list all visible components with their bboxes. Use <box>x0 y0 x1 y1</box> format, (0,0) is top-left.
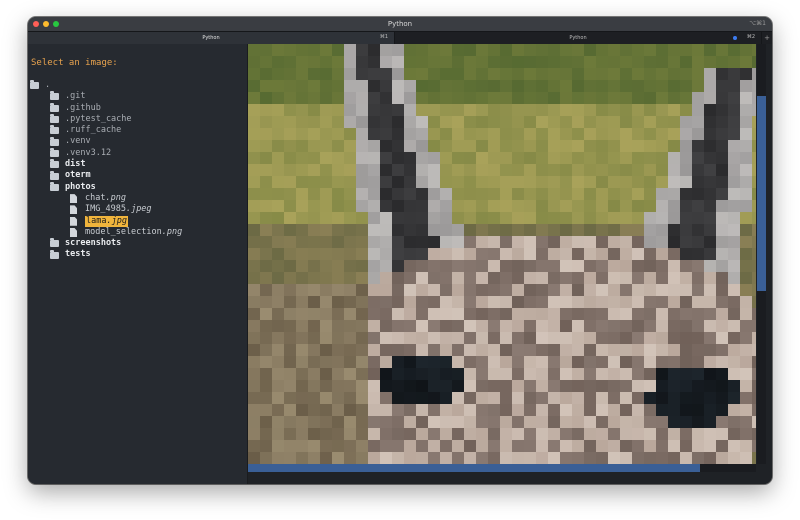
file-icon <box>70 194 77 204</box>
tree-item-label: IMG_4985.jpeg <box>85 204 152 215</box>
folder-icon <box>50 136 59 146</box>
tree-item-extension: .png <box>161 226 183 237</box>
tab-shortcut: ⌘1 <box>379 34 388 40</box>
tree-folder-item[interactable]: .git <box>30 91 182 102</box>
tree-folder-item[interactable]: dist <box>30 159 182 170</box>
tree-item-name: photos <box>65 181 96 192</box>
folder-icon <box>50 238 59 248</box>
tree-folder-item[interactable]: .venv <box>30 136 182 147</box>
tree-item-label: chat.png <box>85 193 126 204</box>
terminal-window: Python ⌥⌘1 Python ⌘1 Python ⌘2 + Select … <box>28 17 772 484</box>
window-shortcut: ⌥⌘1 <box>749 20 766 27</box>
tree-item-label: .github <box>65 103 101 114</box>
tree-item-name: chat <box>85 192 106 203</box>
folder-icon <box>50 125 59 135</box>
tree-item-label: . <box>45 80 50 91</box>
file-icon <box>70 216 77 226</box>
tree-item-label: .venv <box>65 136 91 147</box>
tree-item-label: photos <box>65 182 96 193</box>
folder-icon <box>50 181 59 191</box>
tree-item-label: oterm <box>65 170 91 181</box>
tree-item-name: lama <box>86 215 107 226</box>
tree-folder-item[interactable]: .ruff_cache <box>30 125 182 136</box>
tree-file-item[interactable]: IMG_4985.jpeg <box>30 204 182 215</box>
window-controls <box>33 21 59 27</box>
tree-item-name: .pytest_cache <box>65 113 132 124</box>
folder-icon <box>30 80 39 90</box>
title-bar[interactable]: Python ⌥⌘1 <box>28 17 772 31</box>
folder-icon <box>50 170 59 180</box>
tree-folder-item[interactable]: photos <box>30 182 182 193</box>
tree-file-item[interactable]: lama.jpg <box>30 215 182 227</box>
tree-item-name: .ruff_cache <box>65 125 122 136</box>
tree-item-name: .git <box>65 91 86 102</box>
tab-label: Python <box>569 35 587 41</box>
llama-image-preview <box>248 44 756 464</box>
tree-item-extension: .jpg <box>106 215 127 226</box>
tree-item-label: screenshots <box>65 238 121 249</box>
tree-item-name: screenshots <box>65 238 122 249</box>
tree-item-name: model_selection <box>85 226 162 237</box>
tree-folder-item[interactable]: .pytest_cache <box>30 114 182 125</box>
tree-item-name: tests <box>65 249 91 260</box>
tree-item-name: dist <box>65 159 86 170</box>
folder-icon <box>50 249 59 259</box>
select-image-prompt: Select an image: <box>31 58 118 68</box>
tree-item-label: tests <box>65 249 91 260</box>
tree-item-name: .venv3.12 <box>65 147 112 158</box>
tree-item-label: dist <box>65 159 85 170</box>
image-preview-pane <box>248 44 772 484</box>
tree-item-name: IMG_4985 <box>85 204 126 215</box>
folder-icon <box>50 114 59 124</box>
tab-python-2[interactable]: Python ⌘2 <box>394 32 761 44</box>
tree-folder-item[interactable]: .github <box>30 103 182 114</box>
zoom-window-button[interactable] <box>53 21 59 27</box>
tree-item-label: .git <box>65 91 85 102</box>
tree-folder-item[interactable]: .venv3.12 <box>30 148 182 159</box>
file-icon <box>70 205 77 215</box>
tree-item-name: oterm <box>65 170 91 181</box>
tab-bar: Python ⌘1 Python ⌘2 + <box>28 31 772 45</box>
tree-folder-item[interactable]: screenshots <box>30 238 182 249</box>
new-tab-button[interactable]: + <box>761 32 772 44</box>
tree-item-label: .ruff_cache <box>65 125 121 136</box>
file-icon <box>70 228 77 237</box>
tree-folder-item[interactable]: oterm <box>30 170 182 181</box>
minimize-window-button[interactable] <box>43 21 49 27</box>
tree-folder-item[interactable]: tests <box>30 249 182 260</box>
window-title: Python <box>387 20 413 28</box>
tree-item-label: .venv3.12 <box>65 148 111 159</box>
horizontal-scrollbar-thumb[interactable] <box>248 464 700 472</box>
tab-shortcut: ⌘2 <box>746 34 755 40</box>
tab-python-1[interactable]: Python ⌘1 <box>28 32 394 44</box>
tree-item-name: .github <box>65 102 101 113</box>
folder-icon <box>50 147 59 157</box>
tree-item-label: model_selection.png <box>85 227 182 238</box>
folder-icon <box>50 91 59 101</box>
tree-item-label: .pytest_cache <box>65 114 132 125</box>
directory-tree: . .git .github .pytest_cache .ruff_cache .ven… <box>30 80 182 261</box>
folder-icon <box>50 159 59 169</box>
activity-dot-icon <box>733 36 737 40</box>
tree-item-label: lama.jpg <box>85 215 128 227</box>
close-window-button[interactable] <box>33 21 39 27</box>
tree-item-extension: .jpeg <box>125 204 152 215</box>
tree-item-name: .venv <box>65 136 91 147</box>
tree-file-item[interactable]: chat.png <box>30 193 182 204</box>
tree-file-item[interactable]: model_selection.png <box>30 227 182 238</box>
tab-label: Python <box>202 35 220 41</box>
vertical-scrollbar-thumb[interactable] <box>757 96 766 291</box>
tree-folder-item[interactable]: . <box>30 80 182 91</box>
tree-item-extension: .png <box>105 192 126 203</box>
tree-item-name: . <box>45 80 51 90</box>
folder-icon <box>50 102 59 112</box>
